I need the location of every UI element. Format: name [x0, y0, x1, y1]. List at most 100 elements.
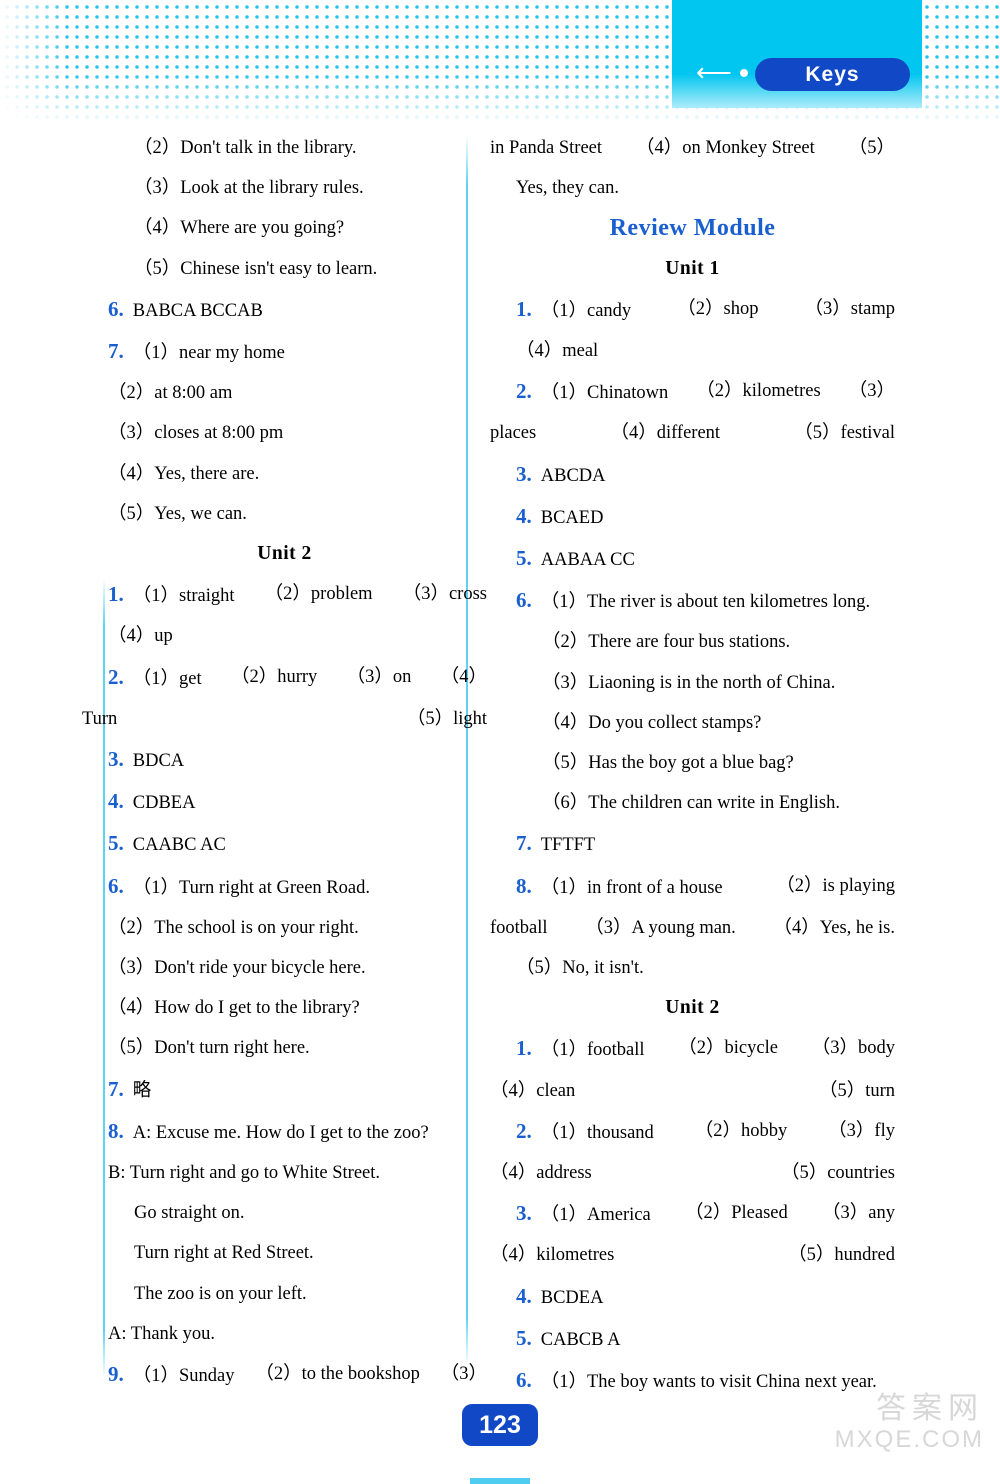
answer-line: （5）Chinese isn't easy to learn.: [134, 258, 378, 279]
answer-item: 1. （1）straight （2）problem （3）cross: [82, 574, 487, 616]
item-number-group: 9. （1）Sunday: [108, 1354, 235, 1396]
item-part: （4）different: [610, 423, 721, 444]
item-part: football: [490, 917, 548, 938]
item-number: 6.: [108, 296, 124, 321]
bottom-accent-bar: [470, 1478, 530, 1484]
answer-item: 7. （1）near my home: [82, 331, 487, 373]
answer-continuation: Turn （5）light: [82, 699, 487, 739]
item-number: 2.: [516, 379, 532, 404]
page-body: （2）Don't talk in the library. （3）Look at …: [0, 128, 1000, 1398]
item-part: （1）America: [540, 1205, 651, 1226]
answer-continuation: in Panda Street （4）on Monkey Street （5）: [490, 128, 895, 168]
item-part: （1）get: [132, 668, 202, 689]
answer-line: （2）The school is on your right.: [108, 917, 359, 938]
item-number: 6.: [516, 1368, 532, 1393]
item-part: （3）on: [346, 666, 412, 687]
answer-item: 1. （1）football （2）bicycle （3）body: [490, 1028, 895, 1070]
item-text: BCAED: [540, 507, 604, 528]
item-number: 1.: [108, 582, 124, 607]
answer-item: 2. （1）Chinatown （2）kilometres （3）: [490, 371, 895, 413]
item-text: CABCB A: [540, 1329, 621, 1350]
item-part: （1）Chinatown: [540, 383, 669, 404]
keys-title-pill: Keys: [755, 58, 910, 91]
answer-line: （5）Has the boy got a blue bag?: [542, 753, 794, 774]
answer-item: 2. （1）thousand （2）hobby （3）fly: [490, 1111, 895, 1153]
item-text: CAABC AC: [132, 835, 226, 856]
answer-line: （4）How do I get to the library?: [108, 998, 360, 1019]
item-number: 4.: [516, 503, 532, 528]
unit-heading: Unit 1: [665, 257, 720, 279]
item-part: （2）shop: [677, 298, 759, 319]
answer-item: 4. BCDEA: [490, 1276, 895, 1318]
answer-item: 6. （1）The river is about ten kilometres l…: [490, 580, 895, 622]
answer-line: Turn right at Red Street.: [134, 1243, 314, 1264]
answer-line: （4）Where are you going?: [134, 218, 345, 239]
item-part: （1）football: [540, 1040, 645, 1061]
item-part: （3）any: [822, 1203, 895, 1224]
answer-continuation: （4）clean （5）turn: [490, 1071, 895, 1111]
answer-continuation: places （4）different （5）festival: [490, 413, 895, 453]
right-text-column: in Panda Street （4）on Monkey Street （5） Yes…: [490, 128, 895, 1402]
answer-item: 4. BCAED: [490, 496, 895, 538]
item-number: 7.: [108, 1076, 124, 1101]
answer-item: 7. 略: [82, 1069, 487, 1111]
item-text: （1）The river is about ten kilometres lon…: [540, 592, 871, 613]
page-number: 123: [462, 1404, 538, 1446]
item-number: 3.: [108, 747, 124, 772]
item-part: （4）clean: [490, 1080, 576, 1101]
item-part: （3）: [440, 1364, 487, 1385]
item-part: Turn: [82, 708, 118, 729]
answer-item: 2. （1）get （2）hurry （3）on （4）: [82, 657, 487, 699]
item-number: 6.: [108, 873, 124, 898]
item-number: 6.: [516, 588, 532, 613]
answer-item: 5. AABAA CC: [490, 538, 895, 580]
answer-line: （2）at 8:00 am: [108, 383, 233, 404]
item-part: （3）: [848, 381, 895, 402]
item-part: （1）straight: [132, 586, 235, 607]
answer-line: Yes, they can.: [516, 178, 619, 199]
answer-line: （5）Yes, we can.: [108, 503, 247, 524]
answer-line: （2）Don't talk in the library.: [134, 138, 357, 158]
item-number: 4.: [108, 789, 124, 814]
item-part: （3）fly: [828, 1120, 895, 1141]
answer-continuation: （4）address （5）countries: [490, 1153, 895, 1193]
answer-item: 9. （1）Sunday （2）to the bookshop （3）: [82, 1354, 487, 1396]
page-header: ⟵ Keys: [0, 0, 1000, 128]
item-number-group: 8. （1）in front of a house: [516, 866, 723, 908]
item-part: （4）Yes, he is.: [773, 917, 895, 938]
answer-item: 5. CABCB A: [490, 1318, 895, 1360]
item-number: 1.: [516, 1036, 532, 1061]
unit-heading: Unit 2: [665, 997, 720, 1019]
answer-line: （5）No, it isn't.: [516, 958, 644, 979]
item-number: 5.: [108, 831, 124, 856]
item-number: 5.: [516, 546, 532, 571]
item-text: （1）near my home: [132, 343, 285, 364]
item-number: 8.: [516, 873, 532, 898]
item-part: （1）Sunday: [132, 1366, 235, 1387]
item-number: 8.: [108, 1118, 124, 1143]
answer-line: Go straight on.: [134, 1203, 245, 1224]
answer-item: 6. （1）Turn right at Green Road.: [82, 866, 487, 908]
item-number-group: 1. （1）candy: [516, 289, 631, 331]
item-part: （4）kilometres: [490, 1245, 615, 1266]
answer-line: （4）up: [108, 626, 173, 647]
item-part: （5）light: [406, 708, 487, 729]
back-arrow-icon: ⟵: [696, 60, 732, 87]
item-part: （4）on Monkey Street: [635, 138, 815, 158]
answer-line: B: Turn right and go to White Street.: [108, 1163, 381, 1184]
item-number: 3.: [516, 461, 532, 486]
left-text-column: （2）Don't talk in the library. （3）Look at …: [82, 128, 487, 1396]
unit-heading: Unit 2: [257, 543, 312, 565]
item-number: 5.: [516, 1325, 532, 1350]
item-number: 1.: [516, 296, 532, 321]
item-text: （1）Turn right at Green Road.: [132, 877, 370, 898]
item-part: （5）hundred: [788, 1245, 895, 1266]
answer-line: The zoo is on your left.: [134, 1283, 307, 1304]
answer-line: （4）Do you collect stamps?: [542, 712, 762, 733]
item-part: （3）stamp: [804, 298, 895, 319]
item-number-group: 2. （1）get: [108, 657, 202, 699]
watermark-chinese: 答案网: [876, 1392, 984, 1425]
answer-item: 5. CAABC AC: [82, 823, 487, 865]
item-part: （3）body: [811, 1038, 895, 1059]
item-text: 略: [132, 1080, 152, 1101]
